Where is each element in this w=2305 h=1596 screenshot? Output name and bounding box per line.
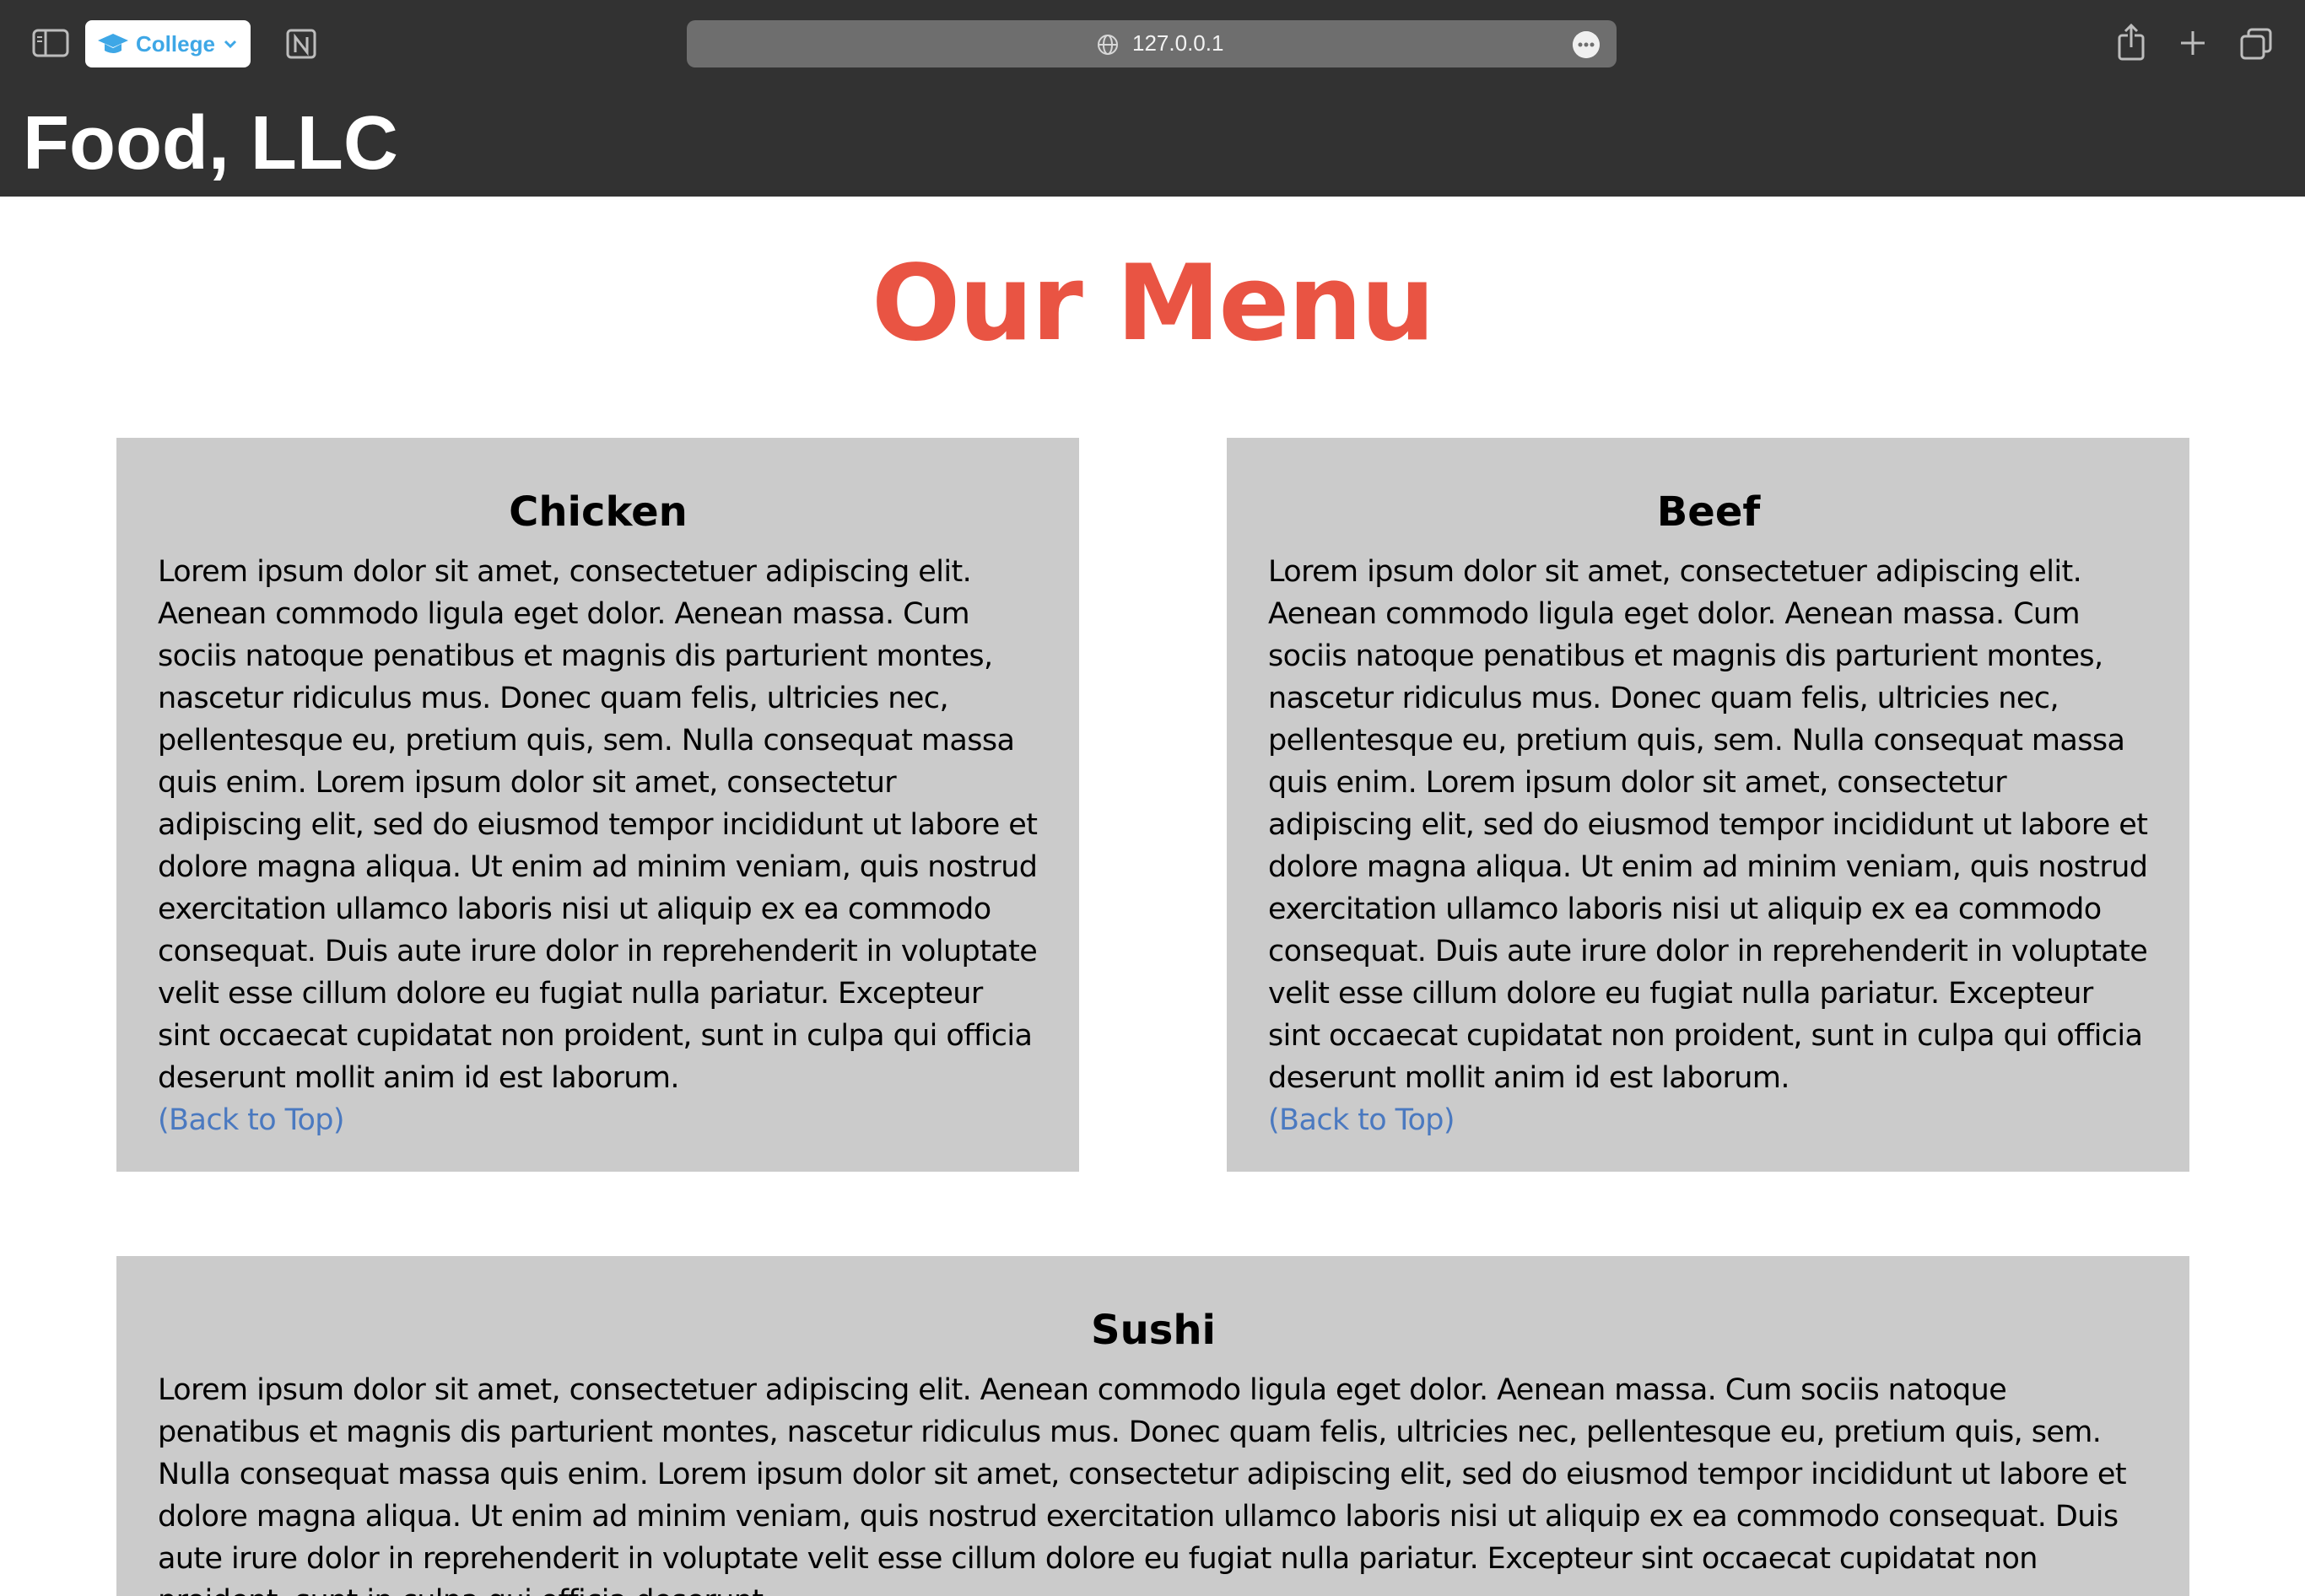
page-title: Our Menu <box>871 243 1435 364</box>
card-text: Lorem ipsum dolor sit amet, consectetuer… <box>1268 555 2148 1095</box>
site-title: Food, LLC <box>23 101 398 186</box>
card-title: Chicken <box>509 488 688 536</box>
menu-card-beef: Beef Lorem ipsum dolor sit amet, consect… <box>1227 438 2189 1172</box>
address-bar[interactable]: 127.0.0.1 <box>687 20 1617 67</box>
card-title: Sushi <box>1091 1307 1216 1354</box>
site-header: Food, LLC <box>0 88 2305 197</box>
card-title: Beef <box>1656 488 1761 536</box>
graduation-cap-icon <box>98 34 128 53</box>
share-icon[interactable] <box>2116 24 2146 61</box>
sidebar-icon[interactable] <box>32 29 69 57</box>
card-body: Lorem ipsum dolor sit amet, consectetuer… <box>1268 551 2149 1141</box>
menu-card-chicken: Chicken Lorem ipsum dolor sit amet, cons… <box>116 438 1079 1172</box>
card-text: Lorem ipsum dolor sit amet, consectetuer… <box>158 555 1038 1095</box>
more-icon[interactable] <box>1573 31 1600 58</box>
url-text: 127.0.0.1 <box>1132 30 1224 56</box>
card-text: Lorem ipsum dolor sit amet, consectetuer… <box>158 1373 2127 1596</box>
back-to-top-link[interactable]: (Back to Top) <box>1268 1099 1455 1141</box>
card-body: Lorem ipsum dolor sit amet, consectetuer… <box>158 551 1039 1141</box>
chevron-down-icon <box>224 40 236 49</box>
browser-toolbar: College 127.0.0.1 <box>0 0 2305 88</box>
notion-icon[interactable] <box>284 27 318 61</box>
tab-group-label: College <box>136 30 215 57</box>
globe-icon <box>1098 35 1118 55</box>
plus-icon[interactable] <box>2178 29 2207 57</box>
tab-group-button[interactable]: College <box>85 20 251 67</box>
card-body: Lorem ipsum dolor sit amet, consectetuer… <box>158 1369 2149 1596</box>
back-to-top-link[interactable]: (Back to Top) <box>158 1099 345 1141</box>
menu-card-sushi: Sushi Lorem ipsum dolor sit amet, consec… <box>116 1256 2189 1596</box>
tabs-icon[interactable] <box>2239 27 2273 61</box>
